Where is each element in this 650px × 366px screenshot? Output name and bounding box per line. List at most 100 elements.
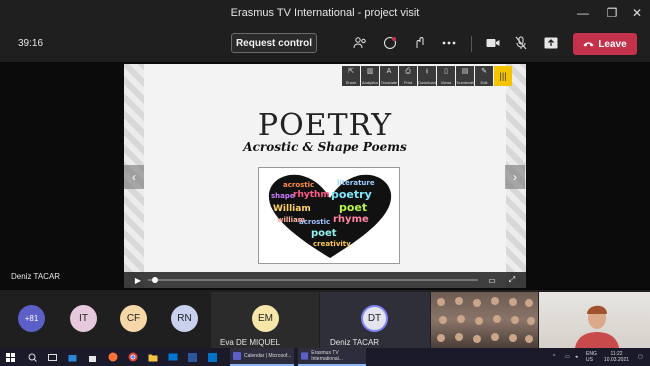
- slide-player-bar: ▶ ▭ ⤢: [124, 272, 526, 288]
- thumbnails-icon: ▤: [461, 68, 469, 75]
- windows-taskbar: Calendar | Microsof... Erasmus TV Intern…: [0, 348, 650, 366]
- close-window-button[interactable]: ✕: [624, 0, 650, 26]
- minimize-button[interactable]: —: [570, 0, 596, 26]
- more-participants-badge[interactable]: +81: [18, 305, 45, 332]
- download-button[interactable]: ⭳ Download: [418, 66, 436, 86]
- chevron-right-icon: ›: [513, 170, 517, 184]
- more-icon[interactable]: [440, 34, 458, 52]
- reactions-icon[interactable]: [411, 34, 429, 52]
- progress-handle[interactable]: [152, 277, 158, 283]
- volume-icon[interactable]: ◂: [575, 350, 578, 364]
- heart-word: William: [273, 204, 311, 214]
- heart-word: poet: [311, 228, 337, 239]
- slide-subtitle: Acrostic & Shape Poems: [243, 140, 407, 154]
- teams-icon: [233, 352, 241, 360]
- heart-word: william: [277, 216, 306, 224]
- fullscreen-icon[interactable]: ⤢: [506, 274, 518, 286]
- gallery-video-tile[interactable]: [431, 292, 538, 348]
- maximize-button[interactable]: ❐: [599, 0, 625, 26]
- download-icon: ⭳: [425, 68, 429, 75]
- window-title: Erasmus TV International - project visit: [230, 7, 420, 19]
- avatar: DT: [361, 305, 388, 332]
- person-video-thumbnail: [575, 305, 619, 348]
- shopping-bag-icon[interactable]: [88, 350, 97, 364]
- folder-icon[interactable]: [148, 350, 158, 364]
- print-icon: ⎙: [405, 68, 411, 75]
- leave-button[interactable]: Leave: [573, 33, 637, 55]
- tool-label: Thumbnails: [454, 80, 476, 85]
- heart-word: poetry: [331, 188, 372, 201]
- pip-icon[interactable]: ▭: [486, 274, 498, 286]
- thumbnails-button[interactable]: ▤ Thumbnails: [454, 66, 476, 86]
- avatar[interactable]: RN: [171, 305, 198, 332]
- close-icon: ✕: [631, 6, 643, 20]
- participant-name: Deniz TACAR: [330, 338, 380, 347]
- phone-hangup-icon: [583, 42, 594, 47]
- translate-button[interactable]: A Translate: [380, 66, 398, 86]
- camera-icon[interactable]: [484, 34, 502, 52]
- windows-start-icon[interactable]: [6, 350, 15, 364]
- heart-word: literature: [337, 179, 375, 187]
- word-icon[interactable]: [188, 350, 197, 364]
- taskbar-app-teams[interactable]: Erasmus TV International...: [298, 348, 366, 366]
- tool-label: Edit: [480, 80, 488, 85]
- taskbar-app-label: Calendar | Microsof...: [244, 353, 292, 359]
- meeting-toolbar: 39:16 Request control Leave: [0, 26, 650, 62]
- leave-label: Leave: [598, 38, 627, 50]
- heart-word: rhythm: [293, 190, 330, 200]
- tool-label: Print: [403, 80, 413, 85]
- shared-slide: POETRY Acrostic & Shape Poems acrostic l…: [124, 64, 526, 288]
- meeting-timer: 39:16: [18, 38, 44, 49]
- toolbar-divider: [471, 36, 472, 52]
- avatar[interactable]: CF: [120, 305, 147, 332]
- tool-label: Translate: [380, 80, 398, 85]
- notifications-icon[interactable]: ▢: [638, 350, 643, 364]
- clock[interactable]: 11:22 10.03.2021: [604, 350, 629, 364]
- mail-icon[interactable]: [168, 350, 178, 364]
- next-slide-button[interactable]: ›: [505, 165, 525, 189]
- store-icon[interactable]: [68, 350, 77, 364]
- chat-icon[interactable]: [381, 34, 399, 52]
- chevron-left-icon: ‹: [132, 170, 136, 184]
- previous-slide-button[interactable]: ‹: [124, 165, 144, 189]
- task-view-icon[interactable]: [48, 350, 57, 364]
- share-icon[interactable]: [542, 34, 560, 52]
- menu-icon[interactable]: |||: [494, 66, 512, 86]
- outlook-icon[interactable]: [208, 350, 217, 364]
- print-button[interactable]: ⎙ Print: [399, 66, 417, 86]
- network-icon[interactable]: ▭: [565, 350, 570, 364]
- share-slide-button[interactable]: ⇱ Share: [342, 66, 360, 86]
- minimize-icon: —: [577, 6, 589, 20]
- progress-track[interactable]: [148, 279, 478, 281]
- taskbar-app-calendar[interactable]: Calendar | Microsof...: [230, 348, 294, 366]
- avatar[interactable]: IT: [70, 305, 97, 332]
- mic-off-icon[interactable]: [512, 34, 530, 52]
- search-icon[interactable]: [28, 350, 37, 364]
- analytics-button[interactable]: ▥ Analytics: [361, 66, 379, 86]
- heart-word: creativity: [313, 240, 351, 248]
- play-icon[interactable]: ▶: [132, 274, 144, 286]
- people-icon[interactable]: [351, 34, 369, 52]
- firefox-icon[interactable]: [108, 350, 118, 364]
- views-button[interactable]: ▯ Views: [437, 66, 455, 86]
- language-indicator[interactable]: ENG US: [586, 350, 600, 364]
- self-video-tile[interactable]: [539, 292, 650, 348]
- tool-label: Share: [345, 80, 357, 85]
- teams-icon: [301, 352, 309, 360]
- translate-icon: A: [386, 68, 392, 75]
- presenter-name: Deniz TACAR: [11, 272, 61, 281]
- slide-title: POETRY: [257, 108, 393, 143]
- request-control-button[interactable]: Request control: [231, 33, 317, 53]
- participant-name: Eva DE MIQUEL: [220, 338, 281, 347]
- avatar: EM: [252, 305, 279, 332]
- tray-chevron-icon[interactable]: ^: [553, 350, 555, 364]
- edit-button[interactable]: ✎ Edit: [475, 66, 493, 86]
- group-video-thumbnail: [437, 297, 535, 343]
- heart-word: acrostic: [283, 181, 315, 189]
- chrome-icon[interactable]: [128, 350, 138, 364]
- heart-word-cloud: acrostic literature shape rhythm poetry …: [258, 167, 400, 264]
- clock-date: 10.03.2021: [604, 357, 630, 363]
- maximize-icon: ❐: [606, 6, 618, 20]
- edit-icon: ✎: [481, 68, 487, 75]
- title-bar: Erasmus TV International - project visit: [0, 0, 650, 26]
